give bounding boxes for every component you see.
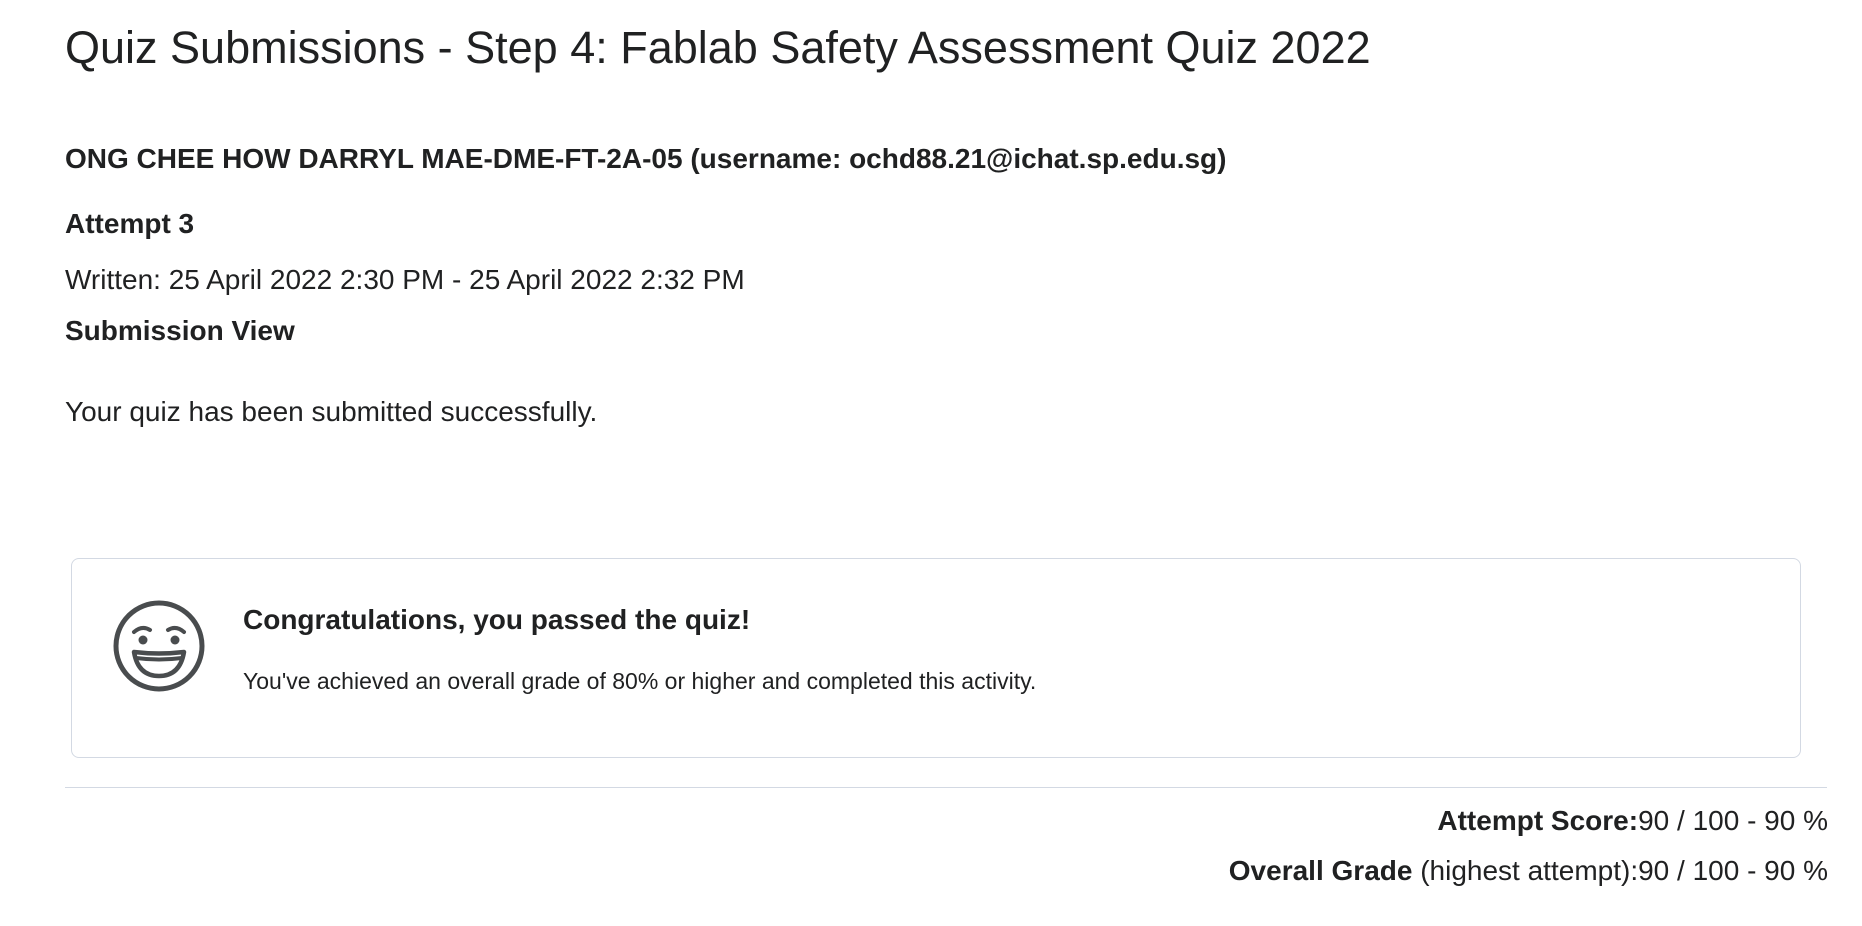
submission-success-message: Your quiz has been submitted successfull… bbox=[65, 396, 598, 427]
written-timestamps: Written: 25 April 2022 2:30 PM - 25 Apri… bbox=[65, 264, 745, 295]
smiley-face-icon bbox=[113, 600, 205, 692]
quiz-passed-card: Congratulations, you passed the quiz! Yo… bbox=[71, 558, 1801, 758]
attempt-score-value: 90 / 100 - 90 % bbox=[1638, 805, 1828, 836]
attempt-heading: Attempt 3 bbox=[65, 208, 195, 239]
score-divider bbox=[65, 787, 1827, 788]
overall-grade-value: 90 / 100 - 90 % bbox=[1638, 855, 1828, 886]
overall-grade-label: Overall Grade bbox=[1228, 855, 1413, 886]
submission-view-heading: Submission View bbox=[65, 315, 295, 346]
attempt-score-label: Attempt Score: bbox=[1437, 805, 1639, 836]
overall-grade-note: (highest attempt): bbox=[1412, 855, 1639, 886]
page-title: Quiz Submissions - Step 4: Fablab Safety… bbox=[65, 22, 1371, 73]
passed-description: You've achieved an overall grade of 80% … bbox=[243, 668, 1037, 694]
overall-grade: Overall Grade (highest attempt):90 / 100… bbox=[1229, 852, 1828, 890]
user-identity: ONG CHEE HOW DARRYL MAE-DME-FT-2A-05 (us… bbox=[65, 143, 1227, 174]
attempt-score: Attempt Score:90 / 100 - 90 % bbox=[1437, 802, 1828, 840]
passed-heading: Congratulations, you passed the quiz! bbox=[243, 604, 751, 635]
